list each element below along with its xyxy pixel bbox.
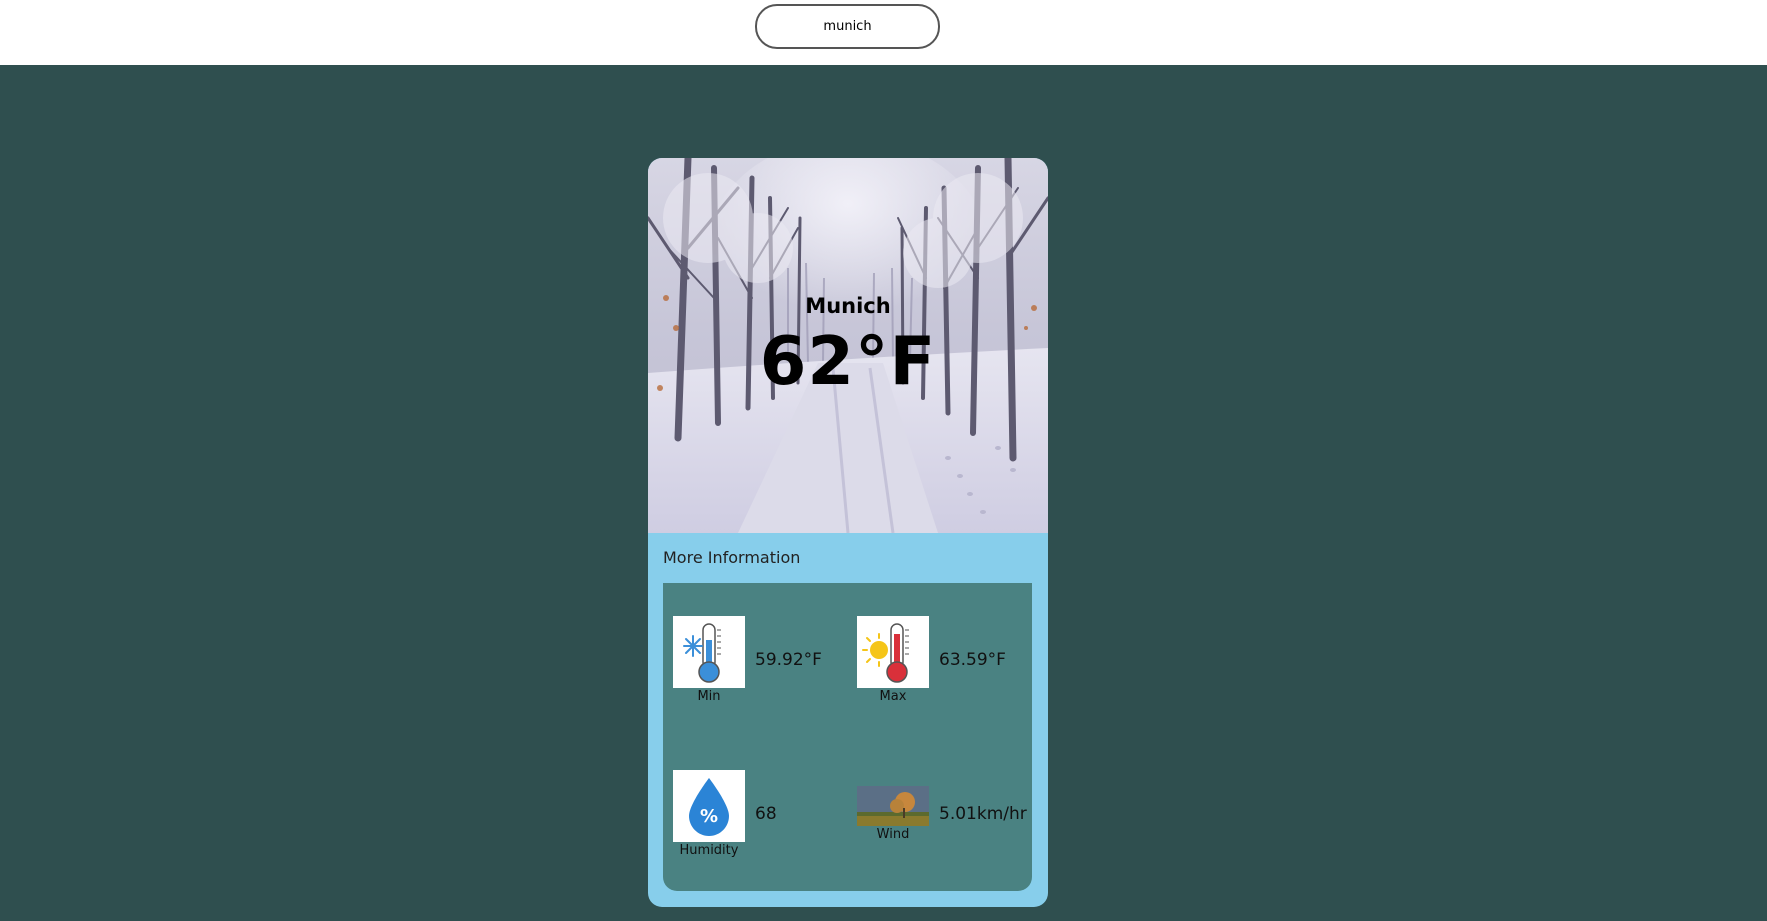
wind-stat: 5.01km/hr Wind [857, 770, 1027, 870]
svg-text:%: % [700, 806, 718, 827]
city-name: Munich [805, 294, 891, 318]
humidity-drop-icon: % [673, 770, 745, 842]
humidity-label: Humidity [679, 843, 739, 858]
min-temp-label: Min [697, 689, 721, 704]
wind-landscape-icon [857, 786, 929, 826]
weather-card: Munich 62°F More Information 59.92°F Min… [648, 158, 1048, 907]
wind-value: 5.01km/hr [939, 804, 1027, 824]
max-temp-stat: 63.59°F Max [857, 616, 1027, 716]
max-temp-label: Max [879, 689, 907, 704]
details-panel: 59.92°F Min 63.59°F Max % 68 Humidity 5.… [663, 583, 1032, 891]
top-bar [0, 0, 1767, 65]
hero-image: Munich 62°F [648, 158, 1048, 533]
humidity-value: 68 [755, 804, 777, 824]
hot-thermometer-icon [857, 616, 929, 688]
cold-thermometer-icon [673, 616, 745, 688]
min-temp-value: 59.92°F [755, 650, 822, 670]
city-search-input[interactable] [755, 4, 940, 49]
min-temp-stat: 59.92°F Min [673, 616, 833, 716]
max-temp-value: 63.59°F [939, 650, 1006, 670]
more-information-title: More Information [663, 548, 801, 567]
current-temperature: 62°F [759, 322, 937, 400]
humidity-stat: % 68 Humidity [673, 770, 833, 870]
hero-text: Munich 62°F [648, 158, 1048, 533]
wind-label: Wind [876, 827, 910, 842]
